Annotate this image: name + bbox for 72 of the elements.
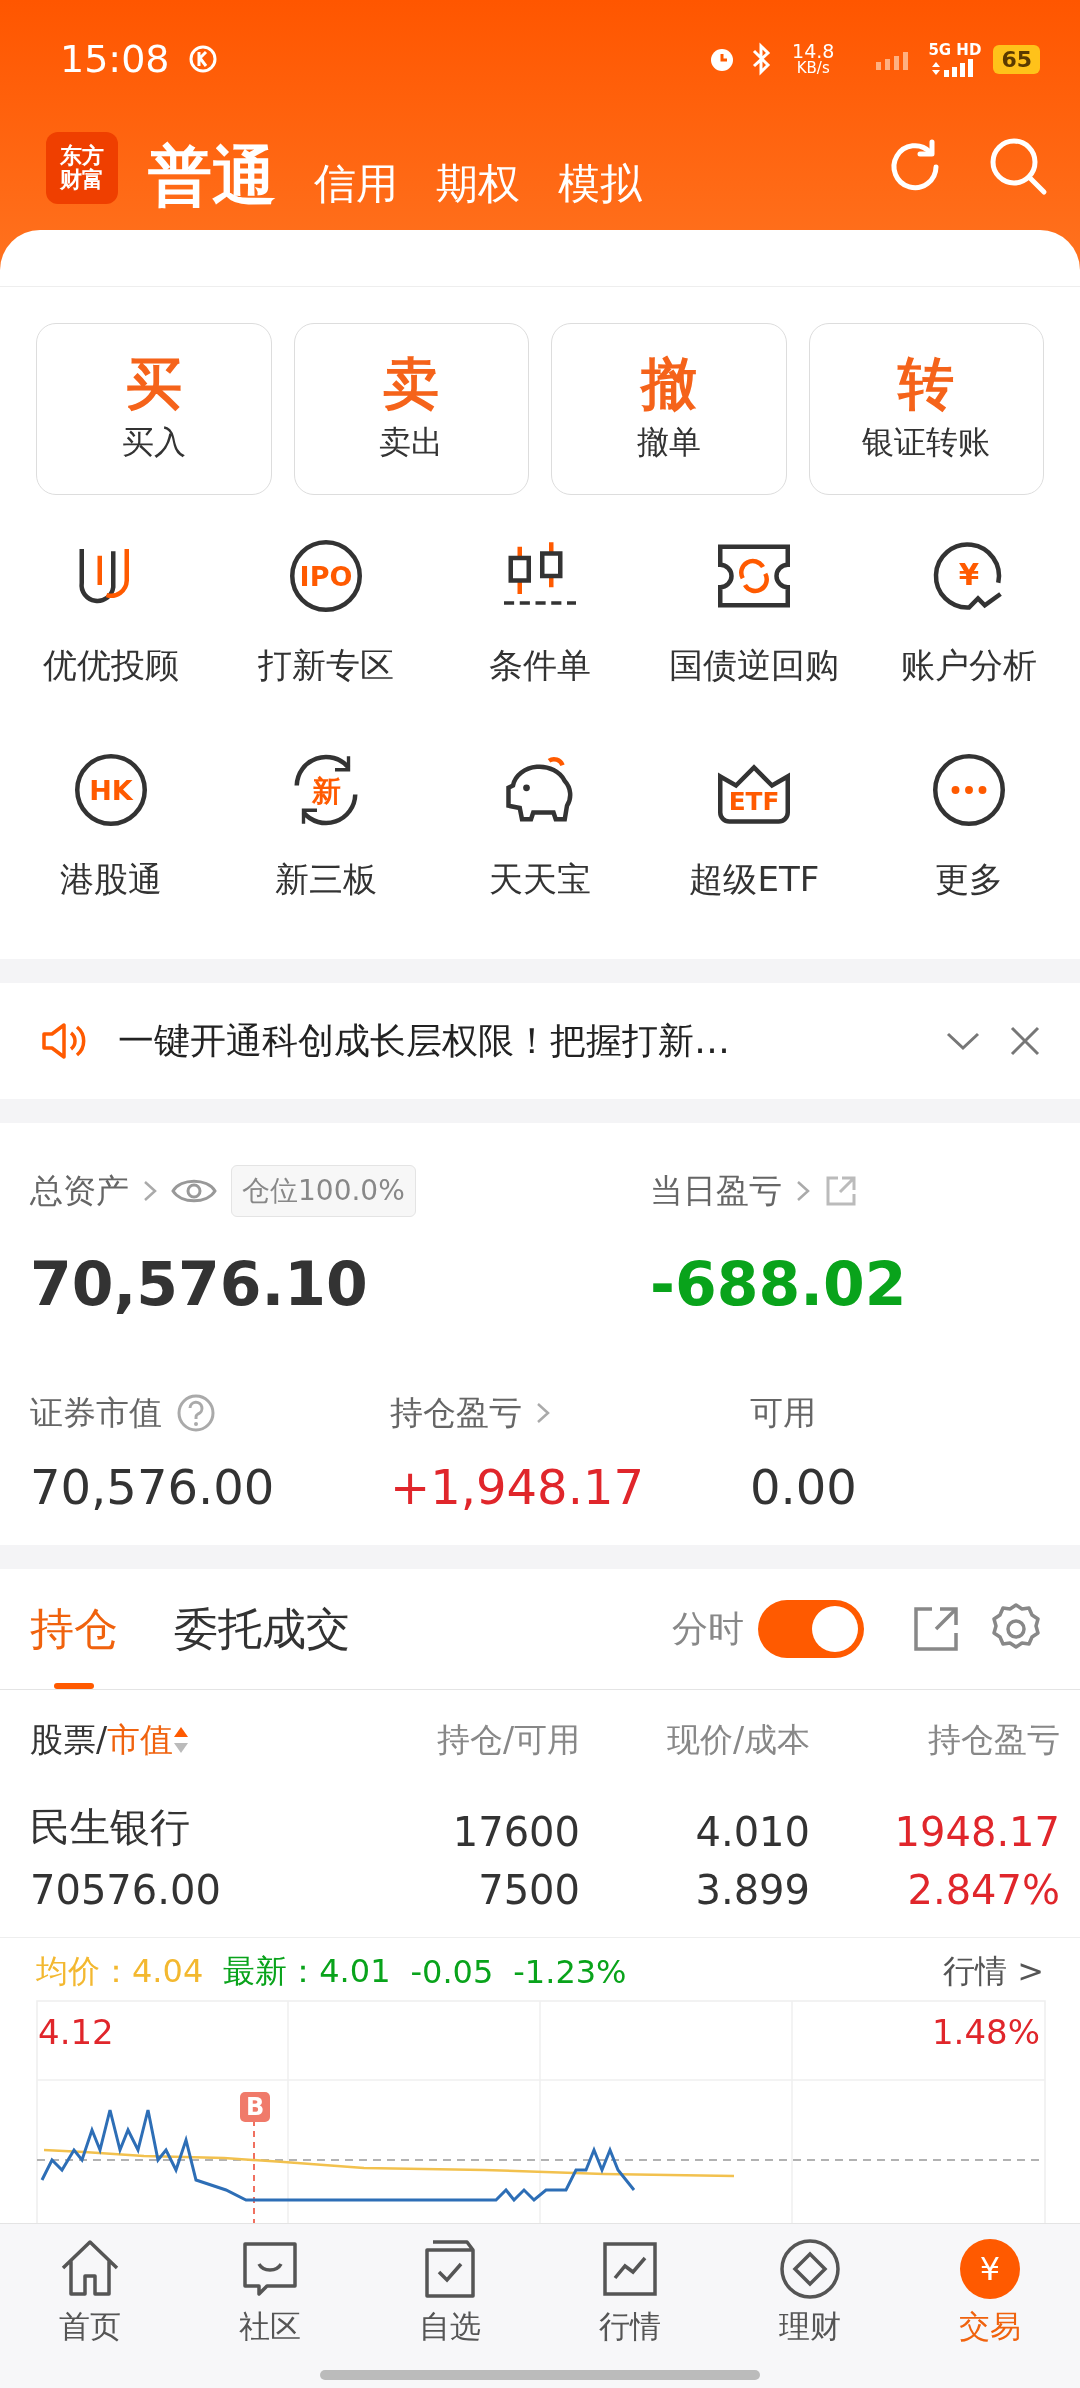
k-badge-icon	[187, 44, 218, 74]
speed-unit: KB/s	[796, 61, 830, 76]
available-cell: 7500	[478, 1867, 580, 1913]
nav-tab[interactable]: 理财	[720, 2236, 900, 2356]
nav-tab[interactable]: 行情	[540, 2236, 720, 2356]
market-link[interactable]: 行情 >	[943, 1950, 1044, 1994]
chevron-right-icon	[143, 1179, 157, 1203]
pnl-percent-cell: 2.847%	[907, 1867, 1060, 1913]
shortcut-item[interactable]: ETF 超级ETF	[647, 745, 862, 903]
price-change: -0.05	[410, 1953, 494, 1991]
daily-pnl-value: -688.02	[650, 1249, 908, 1319]
market-value: 70576.00	[30, 1867, 221, 1913]
share-icon[interactable]	[824, 1174, 858, 1208]
column-header: 持仓/可用	[436, 1718, 580, 1761]
network-speed: 14.8	[792, 42, 835, 61]
stock-name[interactable]: 民生银行	[30, 1800, 190, 1855]
speaker-icon	[40, 1021, 88, 1061]
stat-value: 70,576.00	[30, 1459, 276, 1515]
trade-action-button[interactable]: 买 买入	[36, 323, 272, 495]
trade-action-button[interactable]: 卖 卖出	[293, 323, 529, 495]
stat-value: 0.00	[750, 1459, 858, 1515]
buy-marker: B	[240, 2092, 271, 2122]
help-icon[interactable]	[176, 1393, 216, 1433]
nav-tab[interactable]: 自选	[360, 2236, 540, 2356]
column-header: 股票/	[30, 1718, 108, 1761]
nav-tab[interactable]: 社区	[180, 2236, 360, 2356]
pnl-cell: 1948.17	[894, 1809, 1060, 1855]
notice-text[interactable]: 一键开通科创成长层权限！把握打新…	[118, 1016, 916, 1066]
stat-label: 可用	[750, 1391, 816, 1434]
latest-price: 最新：4.01	[223, 1951, 391, 1992]
chart-high-price: 4.12	[38, 2012, 114, 2052]
shortcut-item[interactable]: 新 新三板	[218, 745, 433, 903]
sort-icon[interactable]	[173, 1725, 190, 1755]
trade-action-button[interactable]: 撤 撤单	[551, 323, 787, 495]
shortcut-item[interactable]: 更多	[861, 745, 1076, 903]
chart-high-percent: 1.48%	[932, 2012, 1040, 2052]
chevron-down-icon[interactable]	[946, 1031, 980, 1051]
status-time: 15:08	[60, 37, 170, 81]
shortcut-item[interactable]: HK 港股通	[4, 745, 219, 903]
total-assets-label[interactable]: 总资产	[30, 1168, 129, 1214]
chevron-right-icon	[796, 1179, 810, 1203]
app-logo: 东方 财富	[46, 132, 118, 204]
total-assets-value: 70,576.10	[30, 1249, 369, 1319]
daily-pnl-label[interactable]: 当日盈亏	[650, 1168, 782, 1214]
share-icon[interactable]	[912, 1605, 960, 1653]
shortcut-item[interactable]: IPO 打新专区	[218, 531, 433, 689]
stat-label: 持仓盈亏	[390, 1391, 522, 1434]
percent-change: -1.23%	[513, 1953, 627, 1991]
stat-value: +1,948.17	[390, 1459, 645, 1515]
holdings-tab[interactable]: 委托成交	[174, 1569, 350, 1689]
column-header: 现价/成本	[666, 1718, 810, 1761]
shortcut-item[interactable]: 天天宝	[432, 745, 648, 903]
average-price: 均价：4.04	[36, 1951, 204, 1992]
price-cell: 4.010	[695, 1809, 810, 1855]
close-icon[interactable]	[1010, 1026, 1040, 1056]
shortcut-item[interactable]: ¥ 账户分析	[861, 531, 1076, 689]
intraday-switch[interactable]	[758, 1600, 864, 1658]
yen-circle-icon: ¥	[957, 2236, 1023, 2302]
shortcut-item[interactable]: 优优投顾	[4, 531, 219, 689]
shortcut-item[interactable]: 国债逆回购	[647, 531, 862, 689]
cost-cell: 3.899	[695, 1867, 810, 1913]
toggle-label: 分时	[672, 1606, 744, 1651]
trade-action-button[interactable]: 转 银证转账	[808, 323, 1044, 495]
network-type: 5G HD	[928, 41, 982, 59]
position-cell: 17600	[452, 1809, 580, 1855]
battery-indicator: 65	[993, 44, 1040, 74]
chevron-right-icon	[536, 1401, 550, 1425]
stat-label: 证券市值	[30, 1391, 162, 1434]
shortcut-item[interactable]: 条件单	[432, 531, 648, 689]
column-header: 持仓盈亏	[928, 1718, 1060, 1761]
nav-tab[interactable]: 首页	[0, 2236, 180, 2356]
position-tag: 仓位100.0%	[231, 1165, 416, 1217]
